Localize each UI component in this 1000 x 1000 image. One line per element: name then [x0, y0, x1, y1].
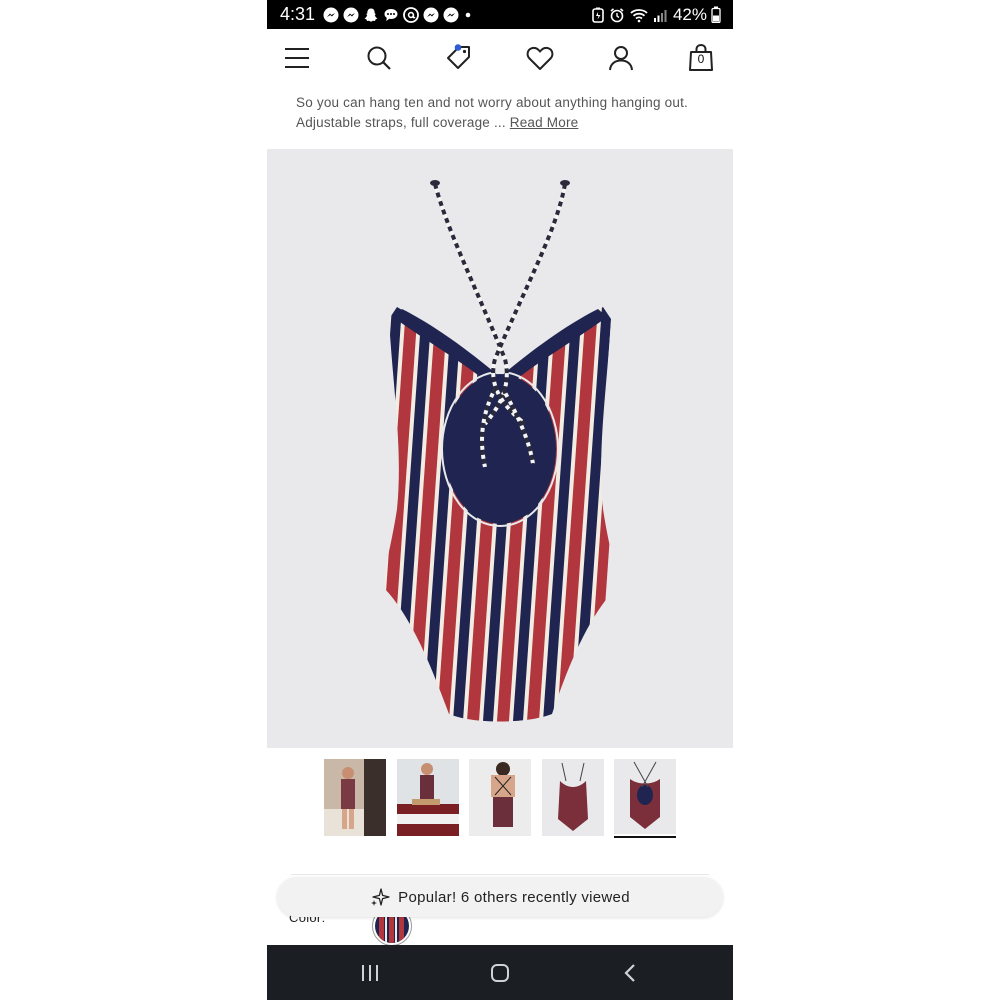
menu-icon: [285, 48, 309, 68]
battery-icon: [711, 6, 721, 23]
back-icon: [624, 964, 635, 982]
thumbnail-1[interactable]: [324, 759, 386, 836]
notification-icons: [323, 6, 473, 23]
wishlist-button[interactable]: [524, 42, 556, 74]
cart-count: 0: [697, 52, 705, 66]
home-icon: [491, 964, 509, 982]
phone-screen: 4:31 42% 0 So you can hang ten and not w…: [267, 0, 733, 1000]
thumbnail-photo: [469, 759, 531, 836]
chat-bubble-icon: [384, 8, 398, 21]
thumbnail-photo: [542, 759, 604, 836]
thumbnail-photo: [324, 759, 386, 836]
popular-text: Popular! 6 others recently viewed: [398, 888, 630, 906]
thumbnail-3[interactable]: [469, 759, 531, 836]
product-main-image[interactable]: [267, 149, 733, 748]
divider: [291, 874, 709, 875]
battery-percent: 42%: [672, 4, 707, 24]
app-header: 0: [267, 29, 733, 87]
recent-apps-icon: [362, 965, 378, 981]
wifi-icon: [630, 8, 648, 22]
messenger-icon: [423, 7, 439, 22]
messenger-icon: [323, 7, 339, 22]
thumbnail-2[interactable]: [397, 759, 459, 836]
messenger-icon: [443, 7, 459, 22]
status-bar: 4:31 42%: [267, 0, 733, 29]
deals-tag-icon: [447, 44, 470, 69]
status-time: 4:31: [280, 4, 316, 24]
description-line-2: Adjustable straps, full coverage ... Rea…: [296, 113, 716, 133]
search-button[interactable]: [363, 42, 395, 74]
description-line: So you can hang ten and not worry about …: [296, 95, 688, 110]
home-button[interactable]: [485, 959, 515, 987]
thumbnail-photo: [397, 759, 459, 836]
product-description: So you can hang ten and not worry about …: [296, 93, 716, 133]
android-navigation-bar: [267, 945, 733, 1000]
messenger-icon: [343, 7, 359, 22]
recent-apps-button[interactable]: [355, 959, 385, 987]
back-button[interactable]: [615, 959, 645, 987]
snapchat-icon: [364, 8, 378, 22]
system-status-icons: 42%: [591, 5, 721, 25]
battery-saver-icon: [592, 7, 604, 23]
signal-icon: [653, 9, 667, 22]
account-icon: [609, 46, 633, 71]
thumbnail-photo: [614, 759, 676, 834]
read-more-link[interactable]: Read More: [510, 115, 579, 130]
thumbnail-4[interactable]: [542, 759, 604, 836]
sparkle-icon: [371, 888, 390, 906]
swimsuit-image: [267, 149, 733, 748]
threads-icon: [403, 6, 419, 23]
deals-button[interactable]: [443, 42, 475, 74]
thumbnail-5-selected[interactable]: [614, 759, 676, 838]
menu-button[interactable]: [281, 42, 313, 74]
search-icon: [367, 46, 391, 70]
account-button[interactable]: [605, 42, 637, 74]
cart-button[interactable]: 0: [685, 42, 717, 74]
dot-icon: [465, 12, 471, 17]
description-text: Adjustable straps, full coverage ...: [296, 115, 506, 130]
popular-banner: Popular! 6 others recently viewed: [277, 877, 723, 917]
alarm-icon: [610, 7, 624, 22]
heart-icon: [526, 46, 554, 70]
